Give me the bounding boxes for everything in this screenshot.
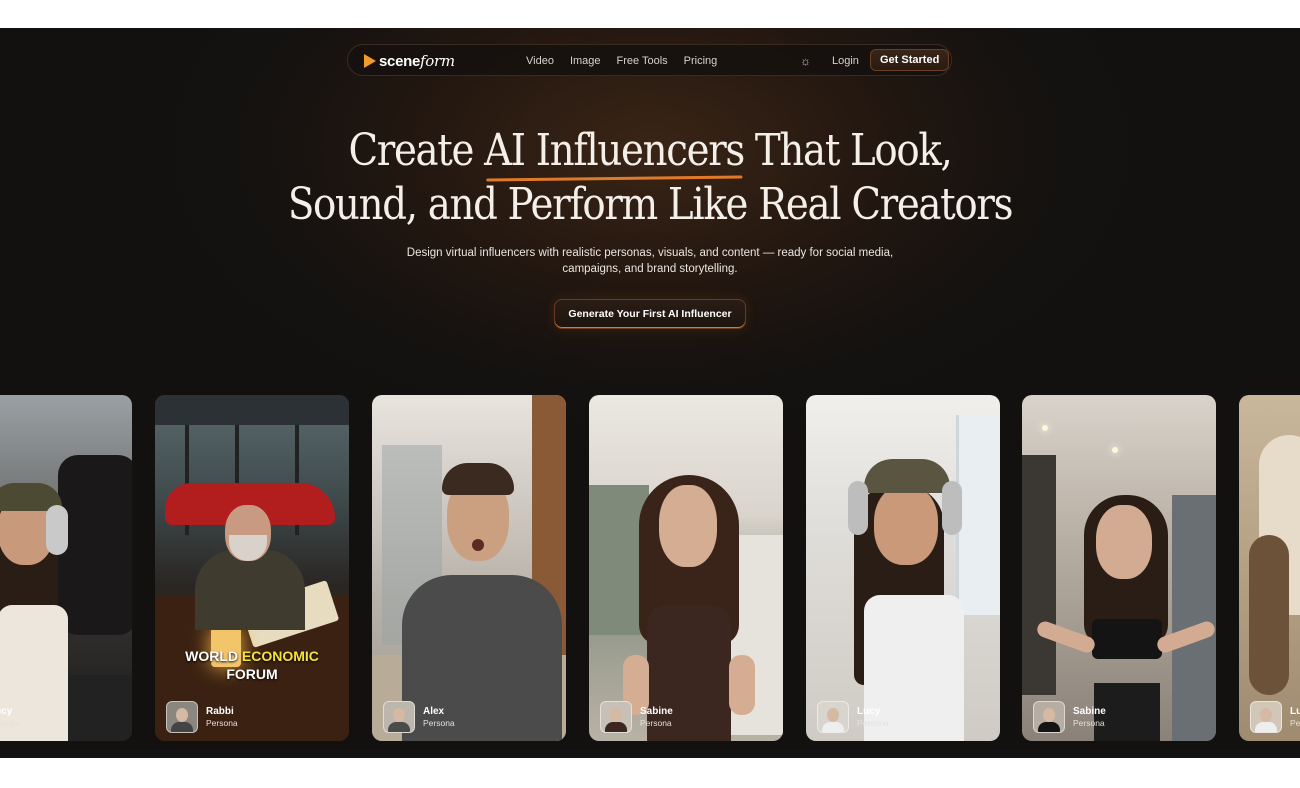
persona-card-alex[interactable]: Alex Persona (372, 395, 566, 741)
sun-icon[interactable]: ☼ (800, 54, 811, 68)
person-figure (175, 495, 315, 630)
avatar (166, 701, 198, 733)
avatar (817, 701, 849, 733)
persona-name: Rabbi (206, 705, 234, 717)
card-footer: Lucy Persona (1250, 701, 1300, 733)
caption-word-1: WORLD (185, 648, 242, 664)
brand-name-bold: scene (379, 52, 421, 70)
headline-highlight: AI Influencers (484, 125, 745, 176)
bottom-edge (0, 750, 1300, 758)
persona-role: Persona (1073, 717, 1105, 728)
card-footer: Lucy Persona (0, 701, 21, 733)
card-footer: Rabbi Persona (166, 701, 238, 733)
get-started-button[interactable]: Get Started (870, 49, 950, 71)
person-figure (392, 455, 562, 741)
person-figure (0, 435, 88, 741)
card-footer: Lucy Persona (817, 701, 889, 733)
avatar (383, 701, 415, 733)
brand-name-italic: form (420, 52, 455, 70)
headline-line-2: Sound, and Perform Like Real Creators (287, 179, 1014, 230)
generate-influencer-button[interactable]: Generate Your First AI Influencer (554, 299, 746, 329)
persona-name: Sabine (640, 705, 673, 717)
login-link[interactable]: Login (832, 55, 859, 67)
persona-role: Persona (1290, 717, 1300, 728)
nav-links: Video Image Free Tools Pricing (518, 53, 725, 69)
persona-card-lucy-car[interactable]: Lucy Persona (0, 395, 132, 741)
persona-card-sabine-closet[interactable]: Sabine Persona (1022, 395, 1216, 741)
hero-subtitle: Design virtual influencers with realisti… (406, 247, 894, 275)
avatar (1033, 701, 1065, 733)
persona-name: Lucy (0, 705, 13, 717)
nav-link-free-tools[interactable]: Free Tools (609, 53, 676, 69)
persona-role: Persona (0, 717, 21, 728)
persona-role: Persona (423, 717, 455, 728)
landing-page: scene form Video Image Free Tools Pricin… (0, 28, 1300, 758)
brand-logo[interactable]: scene form (364, 52, 455, 70)
persona-name: Lucy (1290, 705, 1300, 717)
nav-link-pricing[interactable]: Pricing (676, 53, 726, 69)
nav-link-video[interactable]: Video (518, 53, 562, 69)
persona-role: Persona (206, 717, 238, 728)
nav-link-image[interactable]: Image (562, 53, 609, 69)
persona-card-sabine-bedroom[interactable]: Sabine Persona (589, 395, 783, 741)
persona-role: Persona (640, 717, 672, 728)
caption-line-2: FORUM (226, 666, 278, 682)
persona-role: Persona (857, 717, 889, 728)
play-logo-icon (364, 54, 376, 68)
persona-card-rabbi[interactable]: WORLD ECONOMIC FORUM Rabbi Persona (155, 395, 349, 741)
persona-name: Lucy (857, 705, 881, 717)
avatar (600, 701, 632, 733)
headline-part-1: Create (348, 125, 485, 176)
persona-name: Alex (423, 705, 445, 717)
persona-card-lucy-room[interactable]: Lucy Persona (806, 395, 1000, 741)
caption-word-2: ECONOMIC (241, 648, 319, 664)
overlay-caption: WORLD ECONOMIC FORUM (155, 647, 349, 683)
person-figure (824, 455, 994, 741)
avatar (1250, 701, 1282, 733)
person-figure (603, 455, 773, 741)
headline-part-2: That Look, (743, 125, 953, 176)
card-footer: Alex Persona (383, 701, 455, 733)
persona-name: Sabine (1073, 705, 1106, 717)
hero-headline: Create AI Influencers That Look, Sound, … (78, 124, 1222, 232)
card-footer: Sabine Persona (1033, 701, 1106, 733)
persona-card-lucy-arches[interactable]: Lucy Persona (1239, 395, 1300, 741)
top-nav: scene form Video Image Free Tools Pricin… (347, 44, 952, 76)
card-footer: Sabine Persona (600, 701, 673, 733)
card-image (1239, 395, 1300, 741)
